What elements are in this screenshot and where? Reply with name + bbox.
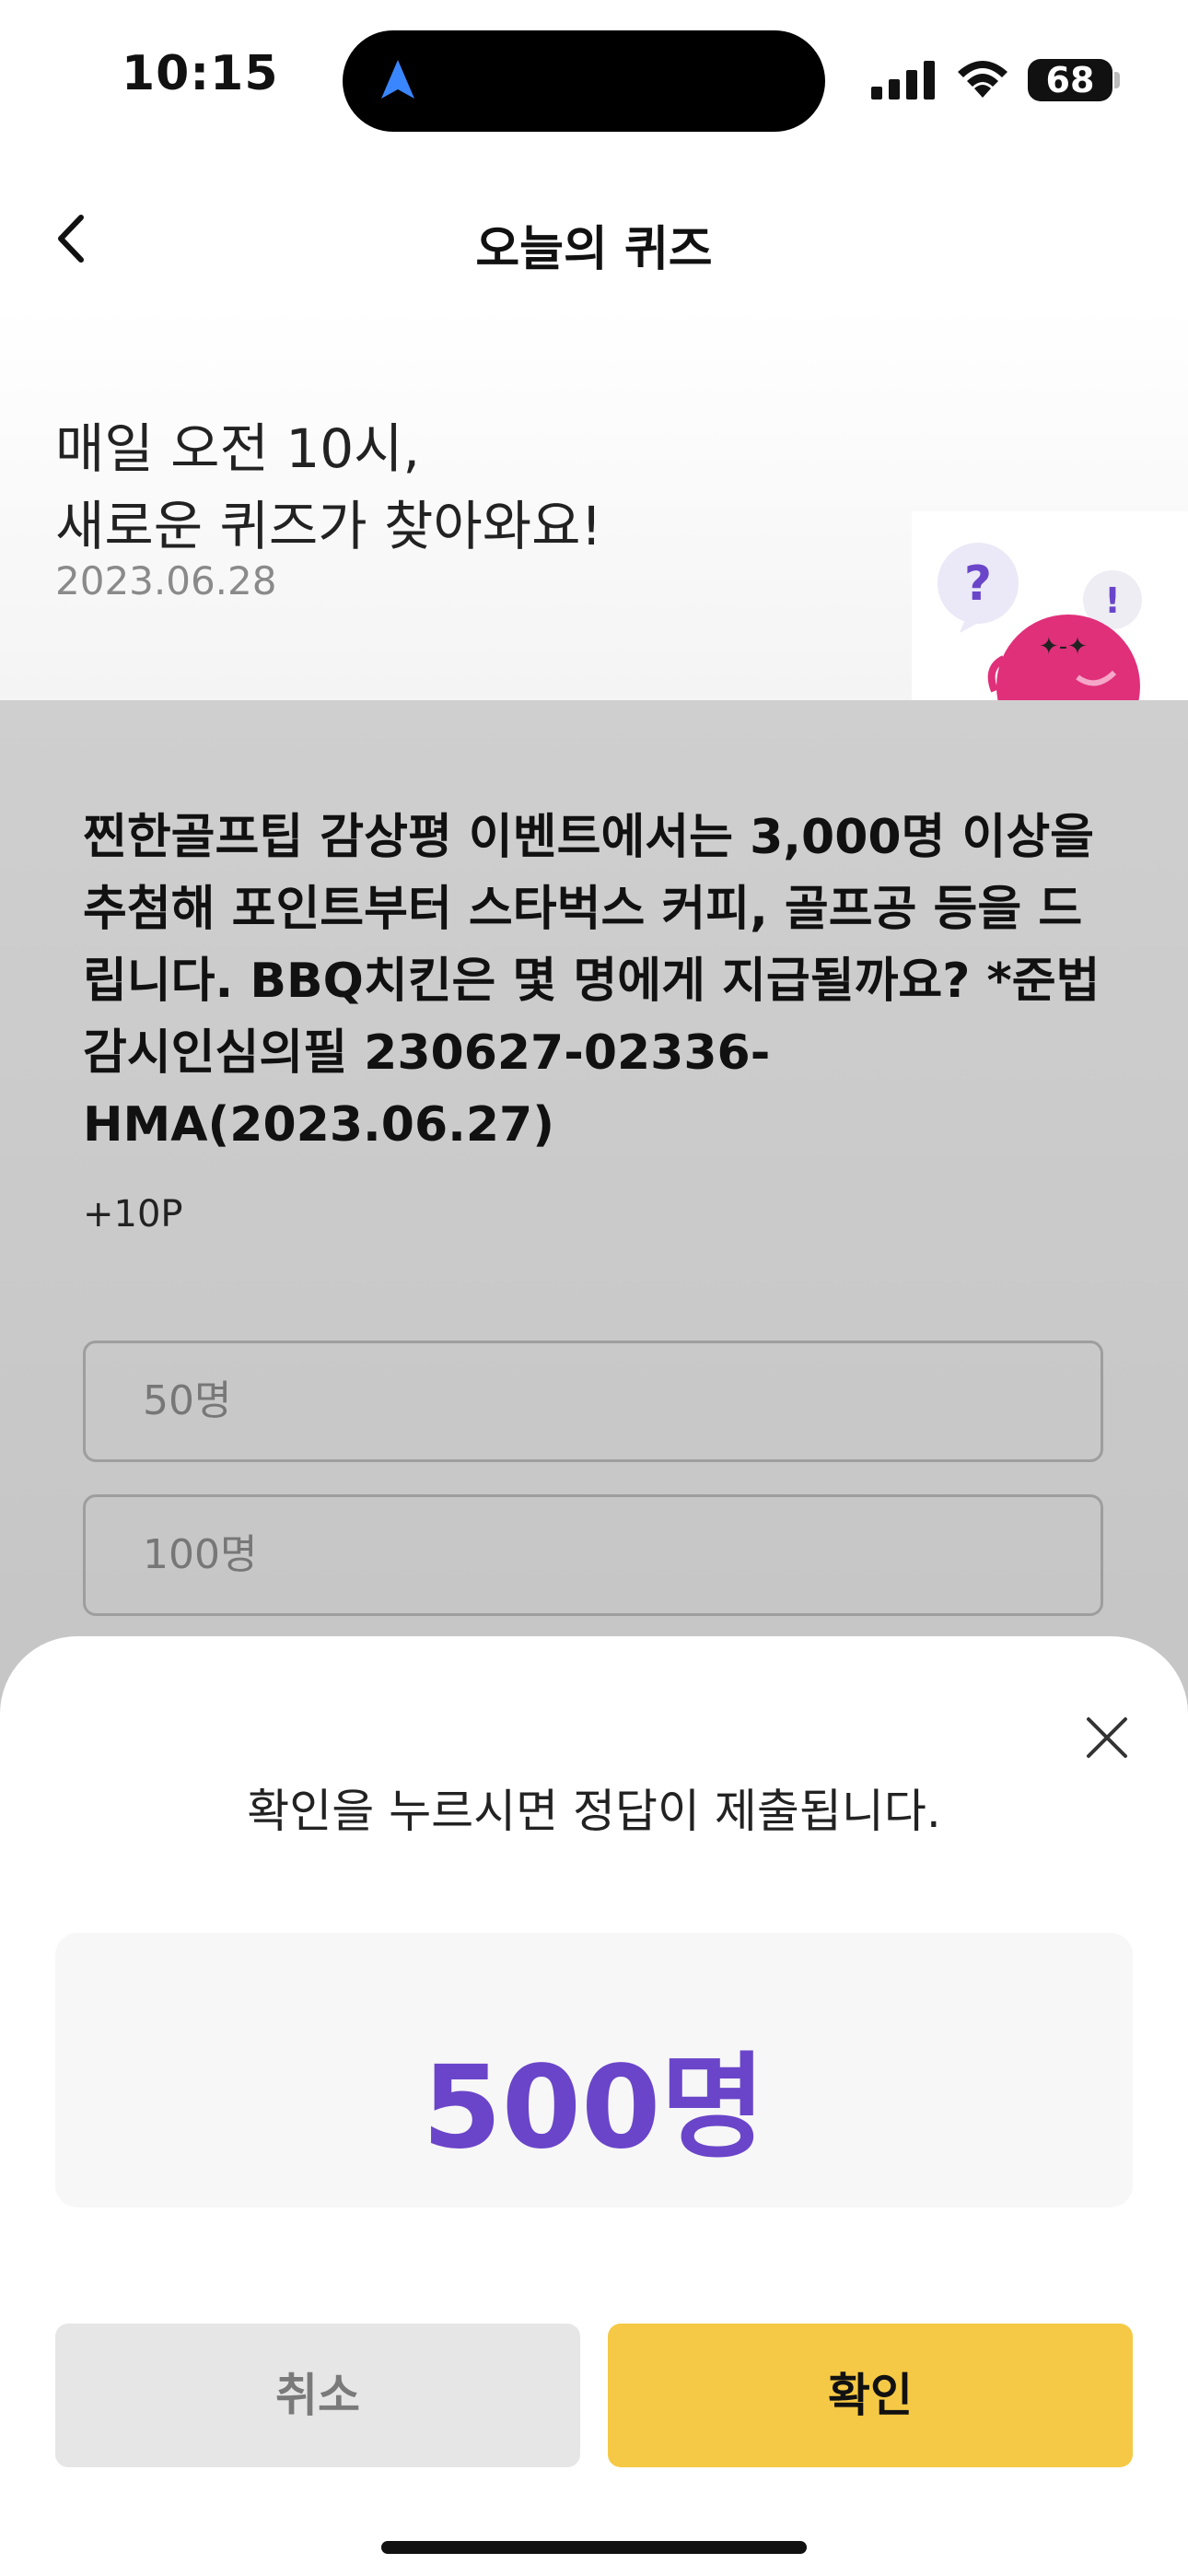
selected-answer-box: 500명 <box>55 1933 1133 2207</box>
mascot-illustration: ? ! ✦-✦ <box>912 511 1188 700</box>
confirm-button[interactable]: 확인 <box>608 2324 1133 2467</box>
svg-text:?: ? <box>964 556 992 612</box>
close-icon <box>1087 1717 1127 1758</box>
home-indicator[interactable] <box>381 2541 807 2554</box>
confirm-bottom-sheet: 확인을 누르시면 정답이 제출됩니다. 500명 취소 확인 <box>0 1636 1188 2576</box>
quiz-banner: 매일 오전 10시, 새로운 퀴즈가 찾아와요! 2023.06.28 ? ! … <box>0 304 1188 700</box>
banner-headline-line1: 매일 오전 10시, <box>55 417 420 480</box>
location-arrow-icon <box>381 60 414 99</box>
answer-option-1[interactable]: 50명 <box>83 1341 1103 1462</box>
signal-icon <box>871 61 935 100</box>
status-bar: 10:15 68 <box>0 0 1188 138</box>
battery-cap <box>1114 72 1120 88</box>
quiz-question: 찐한골프팁 감상평 이벤트에서는 3,000명 이상을 추첨해 포인트부터 스타… <box>83 810 1101 1153</box>
page-header: 오늘의 퀴즈 <box>0 184 1188 295</box>
battery-icon: 68 <box>1028 59 1112 101</box>
wifi-icon <box>958 61 1007 98</box>
confirm-message: 확인을 누르시면 정답이 제출됩니다. <box>247 1785 941 1838</box>
answer-option-2[interactable]: 100명 <box>83 1494 1103 1616</box>
reward-points: +10P <box>83 1193 183 1235</box>
dynamic-island <box>343 30 825 132</box>
svg-text:✦-✦: ✦-✦ <box>1039 633 1088 661</box>
cancel-button[interactable]: 취소 <box>55 2324 580 2467</box>
banner-date: 2023.06.28 <box>55 558 277 603</box>
page-title: 오늘의 퀴즈 <box>475 222 713 277</box>
banner-headline-line2: 새로운 퀴즈가 찾아와요! <box>55 495 602 557</box>
selected-answer: 500명 <box>422 2042 766 2174</box>
close-button[interactable] <box>1079 1710 1135 1765</box>
svg-text:!: ! <box>1104 580 1120 621</box>
status-time: 10:15 <box>122 46 279 101</box>
